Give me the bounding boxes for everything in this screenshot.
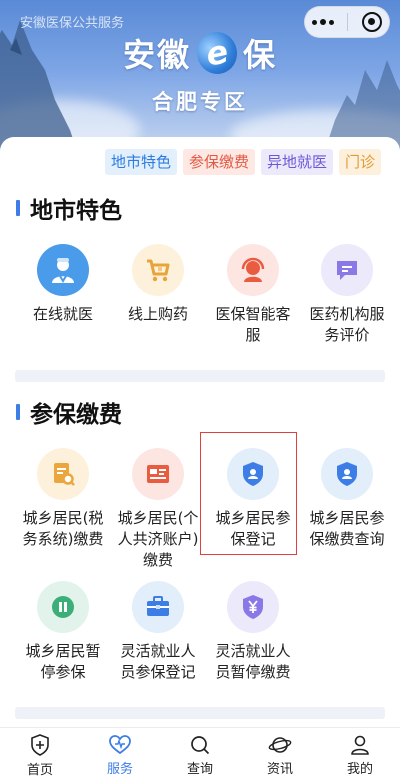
nav-mine[interactable]: 我的	[320, 728, 400, 783]
service-label: 城乡居民参保缴费查询	[309, 509, 385, 548]
service-suspend-enrollment[interactable]: 城乡居民暂停参保	[13, 581, 113, 683]
service-tax-payment[interactable]: 城乡居民(税务系统)缴费	[13, 448, 113, 550]
service-label: 在线就医	[32, 305, 93, 323]
logo-e-icon: e	[193, 28, 241, 78]
nav-service[interactable]: 服务	[80, 728, 160, 783]
briefcase-icon	[132, 581, 184, 633]
nav-home[interactable]: 首页	[0, 728, 80, 783]
service-label: 城乡居民(税务系统)缴费	[22, 509, 104, 548]
user-icon	[351, 735, 369, 755]
nav-news[interactable]: 资讯	[240, 728, 320, 783]
nav-label: 首页	[26, 762, 53, 778]
header-banner: 安徽医保公共服务 安徽 e 保 合肥专区	[0, 0, 400, 160]
section-title-city: 地市特色	[16, 191, 122, 225]
service-label: 城乡居民(个人共济账户) 缴费	[117, 509, 199, 569]
service-flexible-suspend-payment[interactable]: 灵活就业人员暂停缴费	[203, 581, 303, 683]
service-online-medical[interactable]: 在线就医	[13, 244, 113, 325]
nav-query[interactable]: 查询	[160, 728, 240, 783]
nav-label: 我的	[346, 761, 373, 777]
service-label: 灵活就业人员暂停缴费	[215, 642, 291, 681]
section-divider	[15, 707, 385, 719]
tab-remote-medical[interactable]: 异地就医	[261, 149, 334, 175]
tab-outpatient[interactable]: 门诊	[339, 149, 382, 175]
search-icon	[191, 735, 210, 754]
section-divider	[15, 370, 385, 382]
service-label: 灵活就业人员参保登记	[120, 642, 196, 681]
app-logo: 安徽 e 保	[0, 28, 400, 78]
logo-text-left: 安徽	[122, 36, 191, 74]
tab-insurance-payment[interactable]: 参保缴费	[183, 149, 256, 175]
nav-label: 服务	[106, 761, 133, 777]
service-label: 医药机构服务评价	[309, 305, 385, 344]
service-label: 医保智能客服	[215, 305, 291, 344]
service-smart-customer-service[interactable]: 医保智能客服	[203, 244, 303, 346]
service-flexible-enrollment[interactable]: 灵活就业人员参保登记	[108, 581, 208, 683]
close-target-icon[interactable]	[362, 12, 383, 32]
region-subtitle: 合肥专区	[152, 90, 248, 114]
more-icon[interactable]	[311, 19, 334, 25]
message-icon	[321, 244, 373, 296]
service-institution-evaluation[interactable]: 医药机构服务评价	[297, 244, 397, 346]
doctor-icon	[37, 244, 89, 296]
selection-highlight-box	[200, 432, 297, 555]
tab-city-feature[interactable]: 地市特色	[105, 149, 178, 175]
planet-icon	[268, 736, 292, 753]
cart-icon	[132, 244, 184, 296]
headset-icon	[227, 244, 279, 296]
yen-shield-icon	[227, 581, 279, 633]
service-online-pharmacy[interactable]: 线上购药	[108, 244, 208, 325]
mini-program-name: 安徽医保公共服务	[20, 16, 125, 31]
nav-label: 资讯	[266, 761, 293, 777]
shield-plus-icon	[31, 733, 49, 756]
document-search-icon	[37, 448, 89, 500]
service-label: 城乡居民暂停参保	[25, 642, 101, 681]
bottom-tab-bar: 首页 服务 查询 资讯 我的	[0, 727, 400, 783]
logo-text-right: 保	[243, 36, 278, 74]
service-label: 线上购药	[127, 305, 188, 323]
pause-icon	[37, 581, 89, 633]
shield-user-icon	[321, 448, 373, 500]
service-payment-query[interactable]: 城乡居民参保缴费查询	[297, 448, 397, 550]
nav-label: 查询	[186, 761, 213, 777]
heart-icon	[109, 734, 131, 754]
service-personal-account-payment[interactable]: 城乡居民(个人共济账户) 缴费	[108, 448, 208, 571]
card-list-icon	[132, 448, 184, 500]
section-title-insurance: 参保缴费	[16, 395, 122, 429]
category-tabs: 地市特色 参保缴费 异地就医 门诊	[105, 149, 382, 175]
